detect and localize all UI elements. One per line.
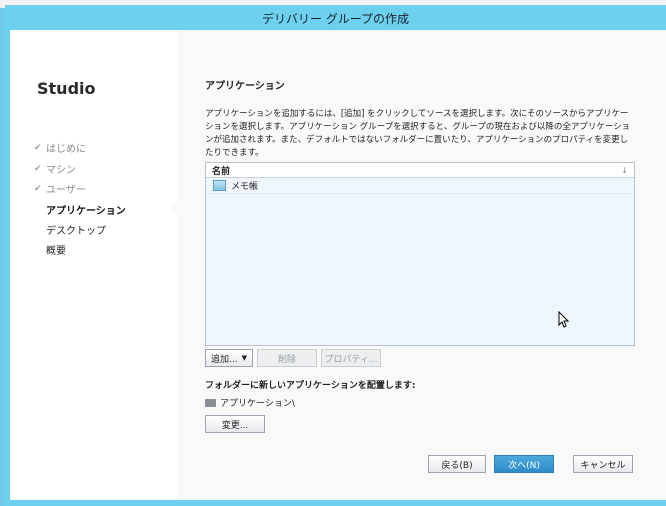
brand-label: Studio	[37, 79, 96, 98]
page-description: アプリケーションを追加するには、[追加] をクリックしてソースを選択します。次に…	[205, 109, 631, 158]
list-item-label: メモ帳	[231, 182, 259, 192]
next-button[interactable]: 次へ(N)	[494, 455, 554, 473]
step-summary: 概要	[34, 242, 66, 257]
change-button-label: 変更...	[221, 420, 249, 431]
sort-icon: ↓	[621, 165, 628, 175]
step-label: ユーザー	[46, 185, 86, 196]
back-button-label: 戻る(B)	[441, 460, 473, 471]
folder-icon	[205, 398, 216, 407]
folder-path: アプリケーション\	[205, 396, 295, 409]
page-heading: アプリケーション	[205, 81, 285, 92]
cancel-button[interactable]: キャンセル	[573, 455, 633, 473]
check-icon: ✔	[34, 163, 42, 174]
step-introduction: ✔ はじめに	[34, 140, 86, 156]
column-header-label: 名前	[212, 166, 231, 177]
mouse-pointer-icon	[558, 311, 570, 328]
window-title: デリバリー グループの作成	[261, 11, 410, 26]
list-item[interactable]: メモ帳	[206, 178, 634, 194]
column-header-name[interactable]: 名前 ↓	[206, 163, 634, 178]
step-label: マシン	[46, 165, 76, 176]
folder-path-text: アプリケーション\	[220, 399, 295, 409]
next-button-label: 次へ(N)	[508, 460, 540, 471]
step-users: ✔ ユーザー	[34, 181, 86, 197]
add-button-label: 追加...	[211, 354, 238, 365]
chevron-down-icon: ▼	[241, 354, 247, 362]
step-applications: アプリケーション	[34, 202, 126, 217]
add-button[interactable]: 追加... ▼	[205, 349, 253, 367]
active-step-pointer	[172, 202, 178, 214]
check-icon: ✔	[34, 142, 42, 153]
step-desktops: デスクトップ	[34, 222, 106, 237]
step-machines: ✔ マシン	[34, 161, 76, 177]
step-label: アプリケーション	[46, 206, 126, 217]
step-label: はじめに	[46, 144, 86, 155]
check-icon: ✔	[34, 183, 42, 194]
properties-button-label: プロパティ...	[324, 354, 378, 365]
properties-button[interactable]: プロパティ...	[321, 349, 381, 367]
applications-list[interactable]: 名前 ↓ メモ帳	[205, 162, 635, 346]
delete-button-label: 削除	[277, 354, 296, 365]
title-bar: デリバリー グループの作成	[5, 5, 666, 31]
cancel-button-label: キャンセル	[580, 460, 626, 471]
back-button[interactable]: 戻る(B)	[428, 455, 486, 473]
delete-button[interactable]: 削除	[257, 349, 317, 367]
app-icon	[213, 180, 226, 191]
sidebar	[10, 30, 177, 500]
folder-label: フォルダーに新しいアプリケーションを配置します:	[205, 381, 416, 391]
step-label: デスクトップ	[46, 226, 106, 237]
step-label: 概要	[46, 246, 66, 257]
change-folder-button[interactable]: 変更...	[205, 415, 265, 433]
